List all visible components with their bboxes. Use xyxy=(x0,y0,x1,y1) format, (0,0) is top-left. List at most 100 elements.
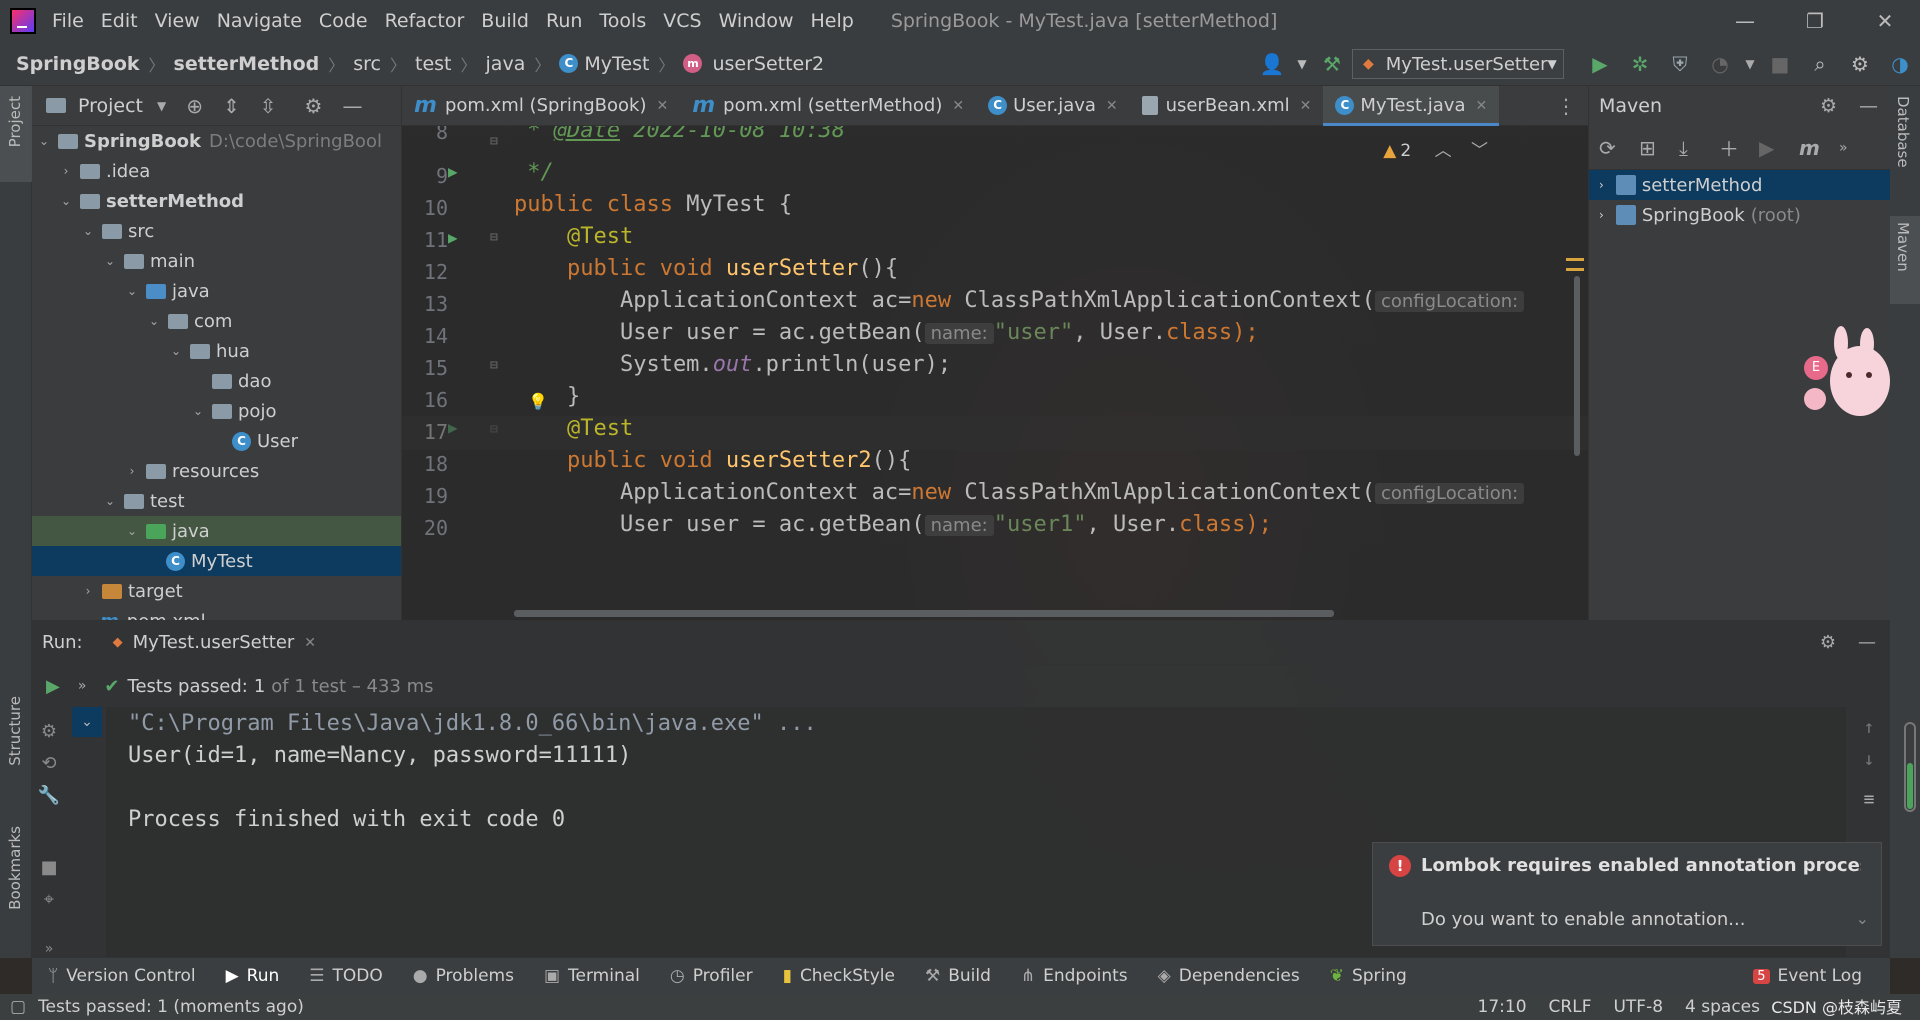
chevron-down-icon[interactable]: ⌄ xyxy=(78,224,98,238)
warning-marker[interactable] xyxy=(1566,258,1584,261)
tool-checkstyle[interactable]: ▮ CheckStyle xyxy=(783,966,895,986)
close-icon[interactable]: ✕ xyxy=(1475,98,1487,114)
menu-run[interactable]: Run xyxy=(546,10,582,32)
menu-file[interactable]: File xyxy=(52,10,84,32)
hammer-icon[interactable]: ⚒ xyxy=(1312,52,1352,76)
tree-item-test-java[interactable]: ⌄ java xyxy=(32,516,401,546)
tree-item-idea[interactable]: › .idea xyxy=(32,156,401,186)
tree-item-settermethod[interactable]: ⌄ setterMethod xyxy=(32,186,401,216)
editor-vertical-scrollbar[interactable] xyxy=(1574,276,1580,456)
fold-icon[interactable]: ⊟ xyxy=(490,358,498,373)
tree-item-com[interactable]: ⌄ com xyxy=(32,306,401,336)
profile-icon[interactable]: ◔ xyxy=(1700,52,1740,76)
run-test-gutter-icon[interactable]: ▶ xyxy=(448,228,458,247)
breadcrumb-project[interactable]: SpringBook xyxy=(16,53,140,75)
restore-button[interactable]: ❐ xyxy=(1780,0,1850,42)
breadcrumb-java[interactable]: java xyxy=(486,53,526,75)
maven-project-springbook[interactable]: › SpringBook (root) xyxy=(1589,200,1890,230)
chevron-down-icon[interactable]: ⌄ xyxy=(34,134,54,148)
file-encoding[interactable]: UTF-8 xyxy=(1613,997,1663,1017)
tool-spring[interactable]: ❦ Spring xyxy=(1330,966,1407,986)
chevron-down-icon[interactable]: ⌄ xyxy=(56,194,76,208)
tree-item-target[interactable]: › target xyxy=(32,576,401,606)
stop-icon[interactable]: ■ xyxy=(1760,52,1800,76)
chevron-down-icon[interactable]: ﹀ xyxy=(1471,141,1488,161)
breadcrumb-method[interactable]: userSetter2 xyxy=(712,53,824,75)
tool-endpoints[interactable]: ⋔ Endpoints xyxy=(1021,966,1128,986)
chevron-right-icon[interactable]: › xyxy=(1599,208,1604,222)
locate-icon[interactable]: ⊕ xyxy=(186,94,203,118)
menu-vcs[interactable]: VCS xyxy=(663,10,701,32)
gear-icon[interactable]: ⚙ xyxy=(1820,632,1836,653)
breadcrumb-class[interactable]: MyTest xyxy=(584,53,649,75)
chevron-down-icon[interactable]: ⌄ xyxy=(72,707,102,737)
menu-code[interactable]: Code xyxy=(319,10,368,32)
tool-run[interactable]: ▶ Run xyxy=(226,966,280,986)
inspection-widget[interactable]: ▲ 2 ︿ ﹀ xyxy=(1383,136,1488,161)
add-folder-icon[interactable]: ⊞ xyxy=(1639,136,1679,160)
run-test-gutter-icon[interactable]: ▶ xyxy=(448,162,458,181)
scroll-down-icon[interactable]: ↓ xyxy=(1854,749,1884,770)
tree-item-resources[interactable]: › resources xyxy=(32,456,401,486)
chevron-right-icon[interactable]: › xyxy=(78,584,98,598)
maven-tool-button[interactable]: Maven xyxy=(1894,222,1912,272)
menu-window[interactable]: Window xyxy=(719,10,794,32)
run-tab[interactable]: ◆ MyTest.userSetter ✕ xyxy=(113,632,316,653)
chevron-down-icon[interactable]: ⌄ xyxy=(122,524,142,538)
more-icon[interactable]: » xyxy=(1839,140,1879,156)
search-icon[interactable]: ⌕ xyxy=(1800,52,1840,76)
soft-wrap-icon[interactable]: ≡ xyxy=(1854,789,1884,810)
tool-terminal[interactable]: ▣ Terminal xyxy=(544,966,640,986)
debug-icon[interactable]: ✲ xyxy=(1620,52,1660,76)
chevron-up-icon[interactable]: ︿ xyxy=(1435,141,1452,161)
tab-userbean-xml[interactable]: userBean.xml ✕ xyxy=(1130,86,1324,126)
hide-icon[interactable]: — xyxy=(1859,95,1878,117)
chevron-down-icon[interactable]: ⌄ xyxy=(122,284,142,298)
tree-item-dao[interactable]: dao xyxy=(32,366,401,396)
hide-icon[interactable]: — xyxy=(342,94,362,118)
code-editor[interactable]: 8 9 10 11 12 13 14 15 16 17 18 19 20 ▶ ▶… xyxy=(402,126,1588,620)
tree-item-main-java[interactable]: ⌄ java xyxy=(32,276,401,306)
tree-item-main[interactable]: ⌄ main xyxy=(32,246,401,276)
tree-item-hua[interactable]: ⌄ hua xyxy=(32,336,401,366)
menu-view[interactable]: View xyxy=(155,10,200,32)
collapse-all-icon[interactable]: ⇳ xyxy=(260,94,277,118)
caret-position[interactable]: 17:10 xyxy=(1478,997,1527,1017)
close-icon[interactable]: ✕ xyxy=(1106,98,1118,114)
chevron-down-icon[interactable]: ▼ xyxy=(1292,57,1312,71)
chevron-down-icon[interactable]: ⌄ xyxy=(1856,909,1869,928)
run-icon[interactable]: ▶ xyxy=(1580,52,1620,76)
coverage-icon[interactable]: ⛨ xyxy=(1660,52,1700,76)
menu-refactor[interactable]: Refactor xyxy=(385,10,465,32)
close-button[interactable]: ✕ xyxy=(1850,0,1920,42)
more-icon[interactable]: » xyxy=(78,678,87,694)
tab-pom-springbook[interactable]: m pom.xml (SpringBook) ✕ xyxy=(402,86,680,126)
jetbrains-toolbox-icon[interactable]: ◑ xyxy=(1880,52,1920,76)
camera-icon[interactable]: ⌖ xyxy=(32,889,66,921)
tool-dependencies[interactable]: ◈ Dependencies xyxy=(1158,966,1300,986)
debug-rerun-icon[interactable]: ⚙ xyxy=(32,721,66,753)
breadcrumb-test[interactable]: test xyxy=(415,53,452,75)
close-icon[interactable]: ✕ xyxy=(304,635,316,651)
maven-project-settermethod[interactable]: › setterMethod xyxy=(1589,170,1890,200)
gear-icon[interactable]: ⚙ xyxy=(1820,95,1837,117)
chevron-down-icon[interactable]: ▼ xyxy=(157,99,166,113)
close-icon[interactable]: ✕ xyxy=(1300,98,1312,114)
reload-icon[interactable]: ⟳ xyxy=(1599,136,1639,160)
chevron-down-icon[interactable]: ▼ xyxy=(1740,57,1760,71)
tree-item-test[interactable]: ⌄ test xyxy=(32,486,401,516)
chevron-right-icon[interactable]: › xyxy=(122,464,142,478)
tab-mytest-java[interactable]: C MyTest.java ✕ xyxy=(1323,85,1500,126)
database-tool-button[interactable]: Database xyxy=(1894,96,1912,168)
chevron-down-icon[interactable]: ⌄ xyxy=(144,314,164,328)
tree-item-user-class[interactable]: C User xyxy=(32,426,401,456)
menu-edit[interactable]: Edit xyxy=(101,10,138,32)
more-tabs-icon[interactable]: ⋮ xyxy=(1556,94,1576,118)
chevron-down-icon[interactable]: ⌄ xyxy=(188,404,208,418)
warning-marker[interactable] xyxy=(1566,268,1584,271)
tree-item-springbook[interactable]: ⌄ SpringBook D:\code\SpringBool xyxy=(32,126,401,156)
tree-item-pojo[interactable]: ⌄ pojo xyxy=(32,396,401,426)
bookmarks-tool-button[interactable]: Bookmarks xyxy=(6,826,24,910)
chevron-down-icon[interactable]: ⌄ xyxy=(100,494,120,508)
close-icon[interactable]: ✕ xyxy=(656,98,668,114)
